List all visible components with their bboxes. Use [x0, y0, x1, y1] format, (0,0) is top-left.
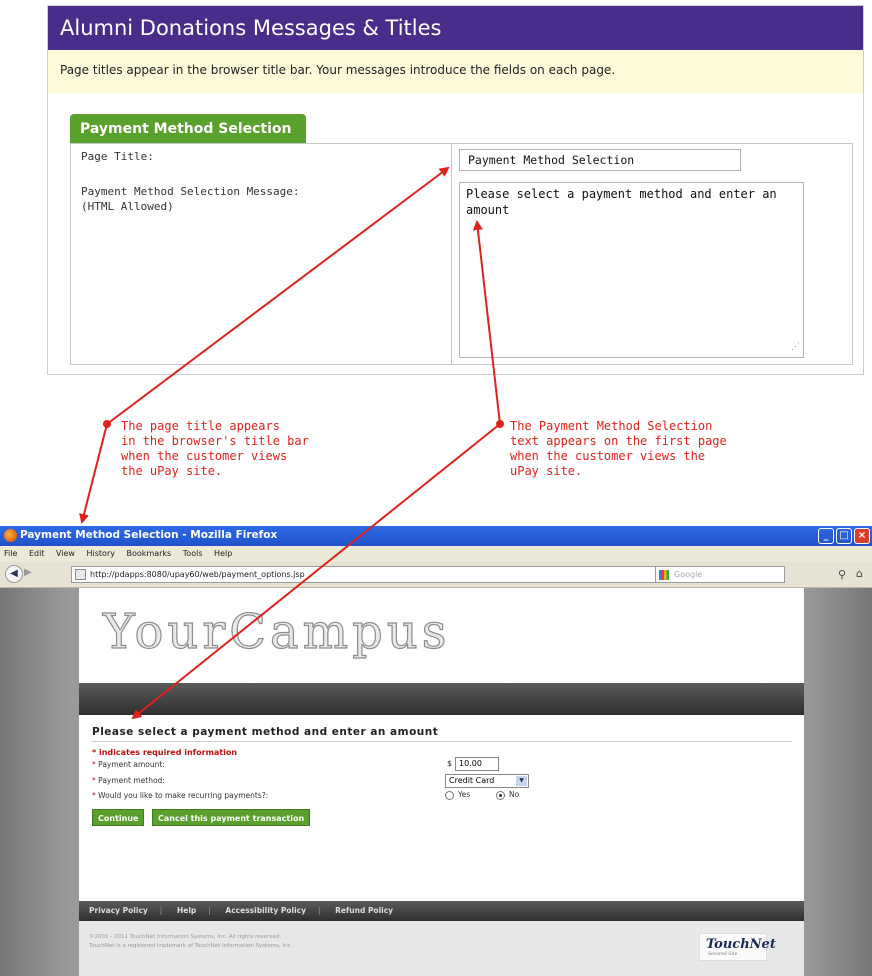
browser-viewport: YourCampus Please select a payment metho… — [0, 588, 872, 976]
divider — [92, 741, 792, 742]
form-heading: Please select a payment method and enter… — [92, 726, 439, 738]
continue-button[interactable]: Continue — [92, 809, 145, 826]
annotation-line: in the browser's title bar — [121, 434, 309, 448]
upay-page: YourCampus Please select a payment metho… — [79, 588, 804, 976]
navigation-toolbar: ◀ ▶ http://pdapps:8080/upay60/web/paymen… — [0, 562, 872, 588]
google-icon — [659, 570, 669, 580]
copyright-line: TouchNet is a registered trademark of To… — [89, 943, 293, 949]
recurring-no-radio[interactable] — [496, 791, 505, 800]
message-label: Payment Method Selection Message: — [81, 185, 300, 198]
touchnet-logo-text: TouchNet — [706, 937, 776, 952]
home-icon[interactable]: ⌂ — [856, 567, 863, 580]
site-footer: ©2001 - 2011 TouchNet Information System… — [79, 921, 804, 976]
page-title-input[interactable]: Payment Method Selection — [459, 149, 741, 171]
annotation-line: uPay site. — [510, 464, 583, 478]
url-text: http://pdapps:8080/upay60/web/payment_op… — [90, 570, 305, 579]
site-banner: YourCampus — [79, 588, 804, 683]
section-form: Page Title: Payment Method Selection Mes… — [70, 143, 853, 365]
search-icon[interactable]: ⚲ — [838, 568, 846, 581]
touchnet-logo: TouchNet Secured Site — [699, 933, 776, 961]
amount-label: * Payment amount: — [92, 760, 165, 769]
payment-method-select[interactable]: Credit Card ▼ — [445, 774, 529, 788]
menu-bar: File Edit View History Bookmarks Tools H… — [0, 546, 872, 562]
annotation-page-title: The page title appears in the browser's … — [121, 419, 309, 479]
arrow-origin-dot — [496, 420, 504, 428]
column-divider — [451, 144, 452, 364]
currency-symbol: $ — [447, 759, 453, 768]
window-titlebar: Payment Method Selection - Mozilla Firef… — [0, 526, 872, 546]
annotation-line: when the customer views — [121, 449, 288, 463]
footer-link-accessibility[interactable]: Accessibility Policy — [225, 906, 306, 915]
close-icon[interactable]: × — [854, 528, 870, 544]
copyright-text: ©2001 - 2011 TouchNet Information System… — [89, 933, 292, 951]
back-icon[interactable]: ◀ — [5, 565, 23, 583]
annotation-line: The Payment Method Selection — [510, 419, 713, 433]
footer-nav: Privacy Policy | Help | Accessibility Poli… — [79, 901, 804, 921]
method-label: * Payment method: — [92, 776, 165, 785]
header-band — [79, 683, 804, 715]
radio-selected-dot — [499, 794, 502, 797]
menu-help[interactable]: Help — [214, 549, 232, 558]
annotation-line: text appears on the first page — [510, 434, 727, 448]
firefox-icon — [4, 529, 17, 542]
url-bar[interactable]: http://pdapps:8080/upay60/web/payment_op… — [71, 566, 699, 583]
message-textarea[interactable]: Please select a payment method and enter… — [459, 182, 804, 358]
maximize-icon[interactable]: □ — [836, 528, 852, 544]
menu-edit[interactable]: Edit — [29, 549, 45, 558]
payment-method-value: Credit Card — [449, 776, 495, 785]
footer-link-privacy[interactable]: Privacy Policy — [89, 906, 148, 915]
message-text: Please select a payment method and enter… — [466, 187, 777, 217]
recurring-yes-label: Yes — [458, 790, 471, 799]
annotation-line: The page title appears — [121, 419, 280, 433]
page-icon — [75, 569, 86, 580]
arrow-to-browser-title — [79, 423, 108, 524]
annotation-line: the uPay site. — [121, 464, 223, 478]
payment-amount-input[interactable]: 10.00 — [455, 757, 499, 771]
cancel-transaction-button[interactable]: Cancel this payment transaction — [152, 809, 311, 826]
recurring-yes-radio[interactable] — [445, 791, 454, 800]
forward-icon[interactable]: ▶ — [24, 567, 32, 578]
chevron-down-icon[interactable]: ▼ — [516, 776, 527, 786]
menu-history[interactable]: History — [87, 549, 115, 558]
touchnet-logo-sub: Secured Site — [708, 952, 738, 957]
search-input[interactable]: Google — [655, 566, 785, 583]
resize-grip-icon[interactable]: ⋰ — [791, 339, 800, 355]
admin-panel: Alumni Donations Messages & Titles Page … — [47, 5, 864, 375]
search-placeholder: Google — [674, 570, 703, 579]
window-title: Payment Method Selection - Mozilla Firef… — [20, 529, 278, 541]
menu-view[interactable]: View — [56, 549, 75, 558]
arrow-origin-dot — [103, 420, 111, 428]
copyright-line: ©2001 - 2011 TouchNet Information System… — [89, 934, 282, 940]
annotation-line: when the customer views the — [510, 449, 706, 463]
tab-payment-method-selection[interactable]: Payment Method Selection — [70, 114, 306, 144]
menu-file[interactable]: File — [4, 549, 17, 558]
page-title-label: Page Title: — [81, 150, 154, 163]
campus-logo: YourCampus — [102, 603, 451, 660]
footer-link-help[interactable]: Help — [177, 906, 196, 915]
menu-tools[interactable]: Tools — [183, 549, 203, 558]
admin-header-title: Alumni Donations Messages & Titles — [48, 6, 863, 50]
admin-info-text: Page titles appear in the browser title … — [48, 50, 863, 93]
menu-bookmarks[interactable]: Bookmarks — [127, 549, 172, 558]
required-note: * indicates required information — [92, 748, 238, 757]
footer-link-refund[interactable]: Refund Policy — [335, 906, 393, 915]
recurring-no-label: No — [509, 790, 520, 799]
minimize-icon[interactable]: _ — [818, 528, 834, 544]
browser-window: Payment Method Selection - Mozilla Firef… — [0, 526, 872, 976]
recurring-label: * Would you like to make recurring payme… — [92, 791, 269, 800]
annotation-message: The Payment Method Selection text appear… — [510, 419, 727, 479]
message-label-note: (HTML Allowed) — [81, 200, 174, 213]
